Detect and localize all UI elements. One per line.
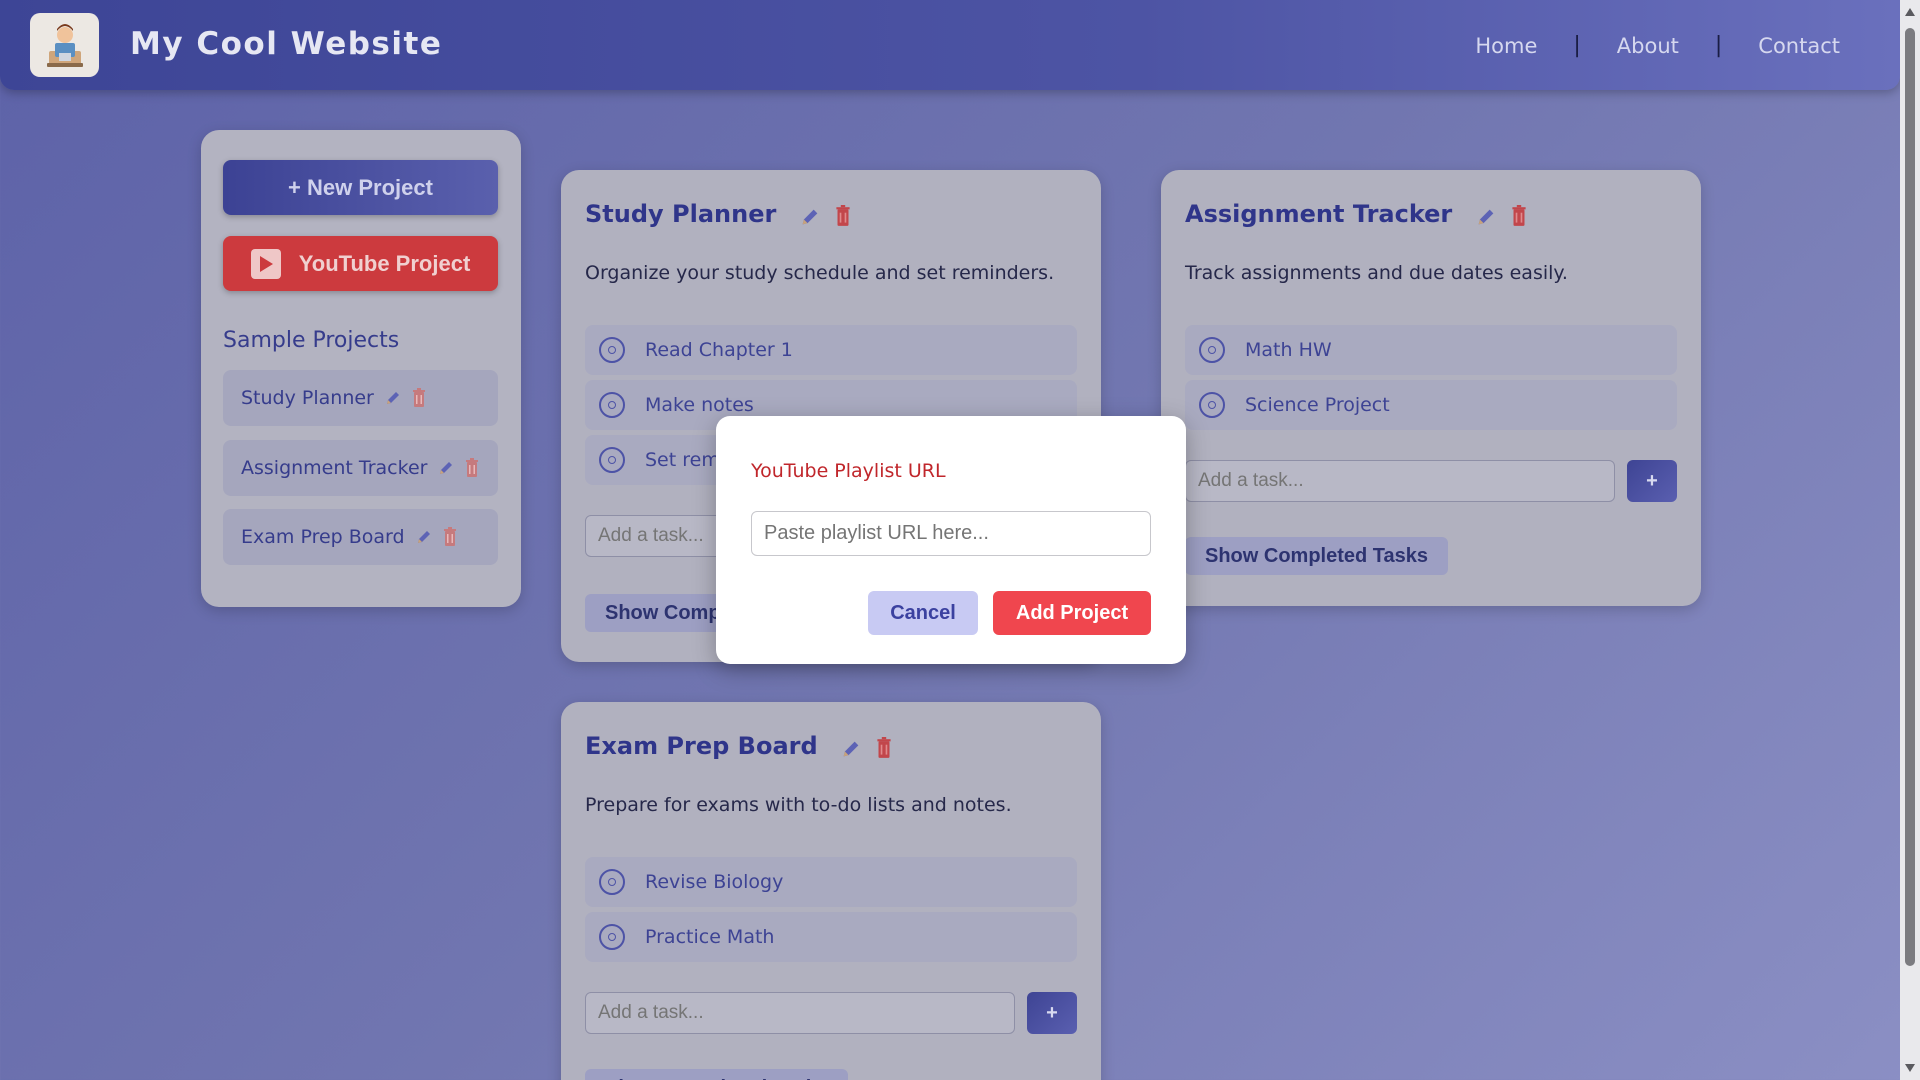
youtube-playlist-modal: YouTube Playlist URL Cancel Add Project	[716, 416, 1186, 664]
project-card-exam-prep-board: Exam Prep Board Prepare for exams with t…	[561, 702, 1101, 1080]
scroll-down-arrow-icon[interactable]	[1905, 1064, 1915, 1072]
pencil-icon[interactable]	[437, 459, 455, 477]
page-scrollbar[interactable]	[1900, 0, 1920, 1080]
sidebar-item-assignment-tracker[interactable]: Assignment Tracker	[223, 440, 498, 496]
scrollbar-thumb[interactable]	[1905, 28, 1915, 966]
scroll-up-arrow-icon[interactable]	[1905, 8, 1915, 16]
sidebar-item-label: Exam Prep Board	[241, 526, 405, 548]
radio-circle-icon[interactable]	[599, 392, 625, 418]
add-task-button[interactable]: +	[1627, 460, 1677, 502]
project-title-text: Assignment Tracker	[1185, 200, 1453, 228]
radio-circle-icon[interactable]	[599, 869, 625, 895]
task-label: Make notes	[645, 394, 754, 416]
project-card-assignment-tracker: Assignment Tracker Track assignments and…	[1161, 170, 1701, 606]
task-label: Science Project	[1245, 394, 1390, 416]
radio-circle-icon[interactable]	[1199, 337, 1225, 363]
youtube-project-button[interactable]: YouTube Project	[223, 236, 498, 291]
nav-about[interactable]: About	[1617, 34, 1679, 58]
site-header: My Cool Website Home | About | Contact	[0, 0, 1900, 90]
pencil-icon[interactable]	[415, 528, 433, 546]
sidebar-item-label: Assignment Tracker	[241, 457, 428, 479]
trash-icon[interactable]	[835, 205, 850, 226]
pencil-icon[interactable]	[1475, 206, 1493, 225]
nav-contact[interactable]: Contact	[1758, 34, 1840, 58]
playlist-url-input[interactable]	[751, 511, 1151, 556]
show-completed-button[interactable]: Show Completed Tasks	[585, 1069, 849, 1080]
site-title: My Cool Website	[130, 26, 443, 62]
pencil-icon[interactable]	[799, 206, 818, 225]
radio-circle-icon[interactable]	[599, 337, 625, 363]
project-description: Organize your study schedule and set rem…	[585, 262, 1055, 284]
trash-icon[interactable]	[876, 737, 891, 758]
task-item[interactable]: Math HW	[1185, 325, 1677, 375]
playlist-url-label: YouTube Playlist URL	[751, 460, 946, 482]
project-title: Assignment Tracker	[1185, 200, 1526, 228]
trash-icon[interactable]	[465, 458, 479, 478]
task-label: Read Chapter 1	[645, 339, 793, 361]
radio-circle-icon[interactable]	[599, 447, 625, 473]
trash-icon[interactable]	[1511, 205, 1526, 226]
sidebar-item-exam-prep-board[interactable]: Exam Prep Board	[223, 509, 498, 565]
task-item[interactable]: Science Project	[1185, 380, 1677, 430]
main-nav: Home | About | Contact	[1475, 33, 1840, 58]
project-title-text: Study Planner	[585, 200, 777, 228]
avatar-icon	[46, 24, 83, 67]
task-item[interactable]: Read Chapter 1	[585, 325, 1077, 375]
pencil-icon[interactable]	[840, 738, 859, 757]
youtube-project-label: YouTube Project	[298, 250, 471, 276]
new-project-button[interactable]: + New Project	[223, 160, 498, 215]
add-task-input[interactable]	[1185, 460, 1615, 502]
project-title-text: Exam Prep Board	[585, 732, 818, 760]
show-completed-button[interactable]: Show Completed Tasks	[1185, 537, 1449, 575]
task-item[interactable]: Practice Math	[585, 912, 1077, 962]
task-label: Practice Math	[645, 926, 775, 948]
nav-separator: |	[1573, 33, 1581, 58]
project-description: Track assignments and due dates easily.	[1185, 262, 1568, 284]
pencil-icon[interactable]	[384, 389, 402, 407]
trash-icon[interactable]	[412, 388, 426, 408]
cancel-button[interactable]: Cancel	[868, 591, 978, 635]
add-project-button[interactable]: Add Project	[993, 591, 1151, 635]
sample-projects-heading: Sample Projects	[223, 328, 400, 353]
sidebar: + New Project YouTube Project Sample Pro…	[201, 130, 521, 607]
project-title: Study Planner	[585, 200, 850, 228]
site-logo[interactable]	[30, 13, 99, 77]
add-task-button[interactable]: +	[1027, 992, 1077, 1034]
add-task-input[interactable]	[585, 992, 1015, 1034]
radio-circle-icon[interactable]	[599, 924, 625, 950]
radio-circle-icon[interactable]	[1199, 392, 1225, 418]
sidebar-item-study-planner[interactable]: Study Planner	[223, 370, 498, 426]
task-label: Math HW	[1245, 339, 1332, 361]
task-item[interactable]: Revise Biology	[585, 857, 1077, 907]
task-label: Revise Biology	[645, 871, 784, 893]
nav-home[interactable]: Home	[1475, 34, 1537, 58]
sidebar-item-label: Study Planner	[241, 387, 374, 409]
trash-icon[interactable]	[443, 527, 457, 547]
project-description: Prepare for exams with to-do lists and n…	[585, 794, 1012, 816]
nav-separator: |	[1714, 33, 1723, 58]
youtube-play-icon	[250, 248, 281, 279]
project-title: Exam Prep Board	[585, 732, 891, 760]
